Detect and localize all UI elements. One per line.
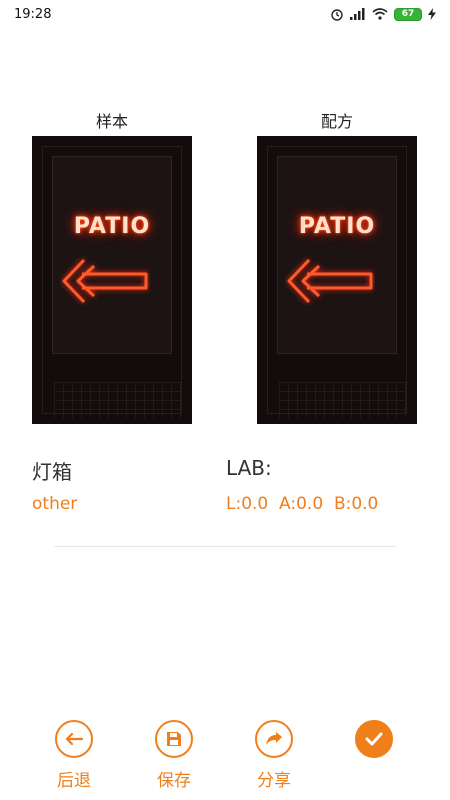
save-button[interactable]: 保存 <box>139 716 209 791</box>
status-bar: 19:28 67 <box>0 0 450 28</box>
bottom-toolbar: 后退 保存 分享 <box>0 716 450 800</box>
formula-image[interactable]: PATIO <box>257 136 417 424</box>
status-icons: 67 <box>330 7 436 21</box>
battery-icon: 67 <box>394 7 422 21</box>
status-time: 19:28 <box>14 6 52 22</box>
alarm-icon <box>331 9 343 21</box>
signal-icon <box>350 8 365 20</box>
image-wall <box>277 156 397 354</box>
type-label: 灯箱 <box>32 460 72 484</box>
confirm-button[interactable] <box>339 716 409 758</box>
save-label: 保存 <box>157 771 191 791</box>
formula-label: 配方 <box>320 112 353 131</box>
lab-value: L:0.0 A:0.0 B:0.0 <box>226 494 379 514</box>
share-button[interactable]: 分享 <box>239 716 309 791</box>
floppy-disk-icon <box>167 732 181 746</box>
divider <box>54 546 396 547</box>
share-arrow-icon <box>266 732 282 745</box>
type-value: other <box>32 494 78 514</box>
back-button[interactable]: 后退 <box>39 716 109 791</box>
image-wall <box>52 156 172 354</box>
neon-arrow-icon <box>287 258 373 304</box>
sample-image[interactable]: PATIO <box>32 136 192 424</box>
lab-label: LAB: <box>226 456 272 480</box>
check-icon <box>365 732 383 746</box>
wifi-icon <box>372 8 388 20</box>
share-label: 分享 <box>257 771 291 791</box>
confirm-circle[interactable] <box>355 720 393 758</box>
share-circle[interactable] <box>255 720 293 758</box>
save-circle[interactable] <box>155 720 193 758</box>
neon-sign-text: PATIO <box>73 214 151 239</box>
charging-icon <box>428 8 436 20</box>
sample-label: 样本 <box>95 112 128 131</box>
back-circle[interactable] <box>55 720 93 758</box>
image-floor <box>279 382 407 418</box>
image-floor <box>54 382 182 418</box>
neon-sign-text: PATIO <box>298 214 376 239</box>
back-arrow-icon <box>65 732 84 746</box>
back-label: 后退 <box>57 771 91 791</box>
neon-arrow-icon <box>62 258 148 304</box>
